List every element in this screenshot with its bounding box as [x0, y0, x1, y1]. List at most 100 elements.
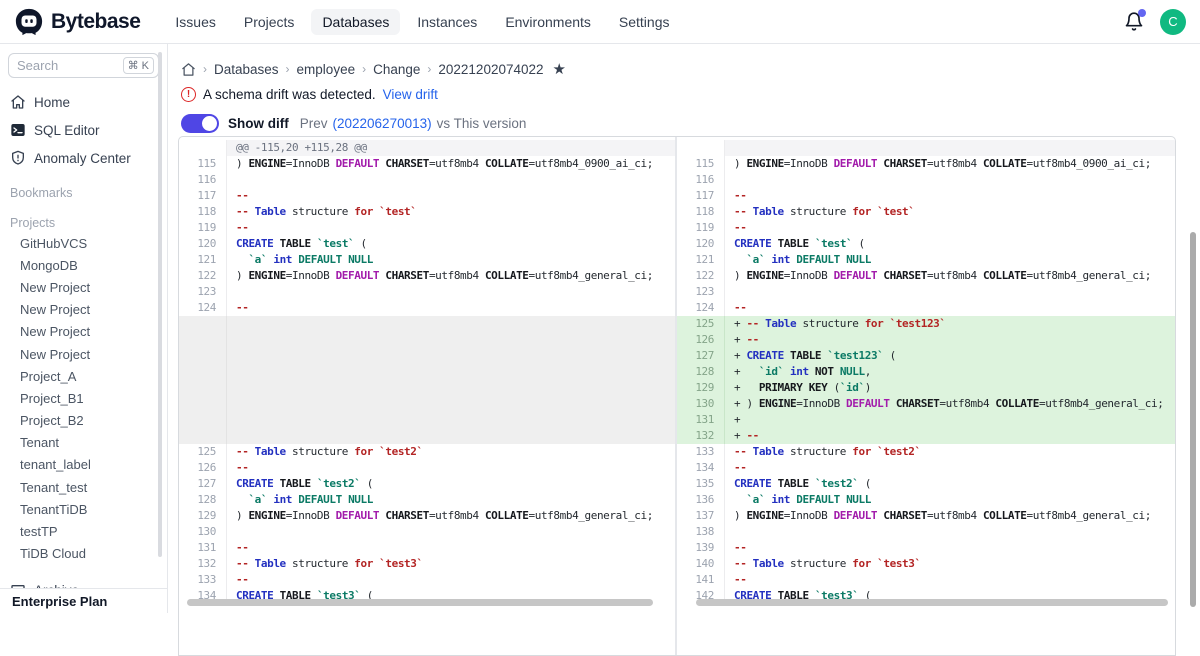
nav-item-projects[interactable]: Projects	[233, 9, 306, 35]
line-number: 140	[677, 556, 725, 572]
diff-line: 125-- Table structure for `test2`	[179, 444, 675, 460]
line-number: 115	[179, 156, 227, 172]
breadcrumb-item[interactable]: 20221202074022	[438, 62, 543, 77]
diff-line: 133-- Table structure for `test2`	[677, 444, 1175, 460]
diff-line: 123	[179, 284, 675, 300]
view-drift-link[interactable]: View drift	[383, 87, 438, 102]
diff-line: 121 `a` int DEFAULT NULL	[179, 252, 675, 268]
nav-item-issues[interactable]: Issues	[164, 9, 226, 35]
diff-line: 137) ENGINE=InnoDB DEFAULT CHARSET=utf8m…	[677, 508, 1175, 524]
sidebar-item-sql-editor[interactable]: SQL Editor	[8, 116, 159, 144]
notifications-button[interactable]	[1124, 11, 1144, 33]
line-number: 128	[677, 364, 725, 380]
diff-line: 141--	[677, 572, 1175, 588]
nav-item-settings[interactable]: Settings	[608, 9, 681, 35]
sidebar-project-item[interactable]: Project_B2	[8, 410, 159, 432]
breadcrumb-item[interactable]: employee	[297, 62, 356, 77]
brand-name: Bytebase	[51, 10, 140, 34]
left-horizontal-scrollbar[interactable]	[187, 599, 653, 606]
line-number: 122	[677, 268, 725, 284]
line-number: 120	[677, 236, 725, 252]
bookmark-star-icon[interactable]: ★	[553, 60, 566, 78]
sidebar-project-item[interactable]: TenantTiDB	[8, 498, 159, 520]
home-icon[interactable]	[181, 62, 196, 77]
breadcrumb-item[interactable]: Change	[373, 62, 420, 77]
show-diff-toggle[interactable]	[181, 114, 219, 133]
diff-line: 127CREATE TABLE `test2` (	[179, 476, 675, 492]
diff-line: 117--	[677, 188, 1175, 204]
nav-item-databases[interactable]: Databases	[311, 9, 400, 35]
sidebar-scrollbar[interactable]	[158, 52, 162, 557]
sidebar-project-item[interactable]: New Project	[8, 276, 159, 298]
line-number: 126	[179, 460, 227, 476]
diff-line: 130	[179, 524, 675, 540]
section-label-projects: Projects	[8, 213, 159, 232]
diff-line: 124--	[677, 300, 1175, 316]
diff-line: 140-- Table structure for `test3`	[677, 556, 1175, 572]
diff-line: 133--	[179, 572, 675, 588]
sidebar-project-item[interactable]: tenant_label	[8, 454, 159, 476]
diff-pane-current: 115) ENGINE=InnoDB DEFAULT CHARSET=utf8m…	[677, 137, 1175, 655]
nav-item-environments[interactable]: Environments	[494, 9, 602, 35]
diff-line: 135CREATE TABLE `test2` (	[677, 476, 1175, 492]
avatar[interactable]: C	[1160, 9, 1186, 35]
sidebar-project-item[interactable]: TiDB Cloud	[8, 543, 159, 565]
diff-line: 128 `a` int DEFAULT NULL	[179, 492, 675, 508]
diff-line: 122) ENGINE=InnoDB DEFAULT CHARSET=utf8m…	[179, 268, 675, 284]
home-icon	[10, 94, 26, 110]
line-number: 129	[179, 508, 227, 524]
right-horizontal-scrollbar[interactable]	[696, 599, 1168, 606]
diff-line: 118-- Table structure for `test`	[179, 204, 675, 220]
line-number: 119	[677, 220, 725, 236]
diff-line: 128+ `id` int NOT NULL,	[677, 364, 1175, 380]
search-box[interactable]: ⌘ K	[8, 53, 159, 78]
line-number: 123	[179, 284, 227, 300]
sidebar-item-anomaly-center[interactable]: Anomaly Center	[8, 144, 159, 172]
sidebar-project-item[interactable]: New Project	[8, 343, 159, 365]
toggle-knob	[202, 116, 217, 131]
line-number: 129	[677, 380, 725, 396]
line-number: 134	[677, 460, 725, 476]
line-number: 122	[179, 268, 227, 284]
sidebar-project-item[interactable]: testTP	[8, 520, 159, 542]
breadcrumb-separator: ›	[286, 62, 290, 76]
diff-spacer	[179, 316, 675, 444]
diff-line: 121 `a` int DEFAULT NULL	[677, 252, 1175, 268]
sidebar-project-item[interactable]: Tenant	[8, 432, 159, 454]
diff-line: 132-- Table structure for `test3`	[179, 556, 675, 572]
line-number: 120	[179, 236, 227, 252]
sidebar-project-item[interactable]: GitHubVCS	[8, 232, 159, 254]
search-input[interactable]	[17, 58, 103, 73]
line-number: 141	[677, 572, 725, 588]
prev-version-link[interactable]: (202206270013)	[333, 116, 432, 131]
diff-line: 127+ CREATE TABLE `test123` (	[677, 348, 1175, 364]
nav-item-instances[interactable]: Instances	[406, 9, 488, 35]
diff-pane-previous: @@ -115,20 +115,28 @@115) ENGINE=InnoDB …	[179, 137, 677, 655]
diff-line: 134--	[677, 460, 1175, 476]
sidebar-item-home[interactable]: Home	[8, 88, 159, 116]
line-number: 125	[179, 444, 227, 460]
diff-line: 136 `a` int DEFAULT NULL	[677, 492, 1175, 508]
bytebase-logo[interactable]: Bytebase	[14, 7, 140, 37]
diff-hunk-header	[677, 140, 1175, 156]
page-vertical-scrollbar[interactable]	[1190, 232, 1196, 607]
sidebar-project-item[interactable]: MongoDB	[8, 254, 159, 276]
sidebar-project-item[interactable]: Project_B1	[8, 387, 159, 409]
line-number	[179, 140, 227, 156]
show-diff-label: Show diff	[228, 116, 289, 131]
diff-line: 139--	[677, 540, 1175, 556]
sidebar-project-item[interactable]: Project_A	[8, 365, 159, 387]
line-number: 137	[677, 508, 725, 524]
search-shortcut-badge: ⌘ K	[123, 57, 154, 74]
diff-viewer: @@ -115,20 +115,28 @@115) ENGINE=InnoDB …	[178, 136, 1176, 656]
breadcrumb-item[interactable]: Databases	[214, 62, 279, 77]
diff-line: 124--	[179, 300, 675, 316]
diff-line: 116	[677, 172, 1175, 188]
top-navbar: Bytebase Issues ProjectsDatabasesInstance…	[0, 0, 1200, 44]
sidebar-project-item[interactable]: New Project	[8, 299, 159, 321]
diff-line: 120CREATE TABLE `test` (	[179, 236, 675, 252]
line-number: 124	[677, 300, 725, 316]
sidebar-project-item[interactable]: Tenant_test	[8, 476, 159, 498]
sidebar-project-item[interactable]: New Project	[8, 321, 159, 343]
line-number: 133	[179, 572, 227, 588]
